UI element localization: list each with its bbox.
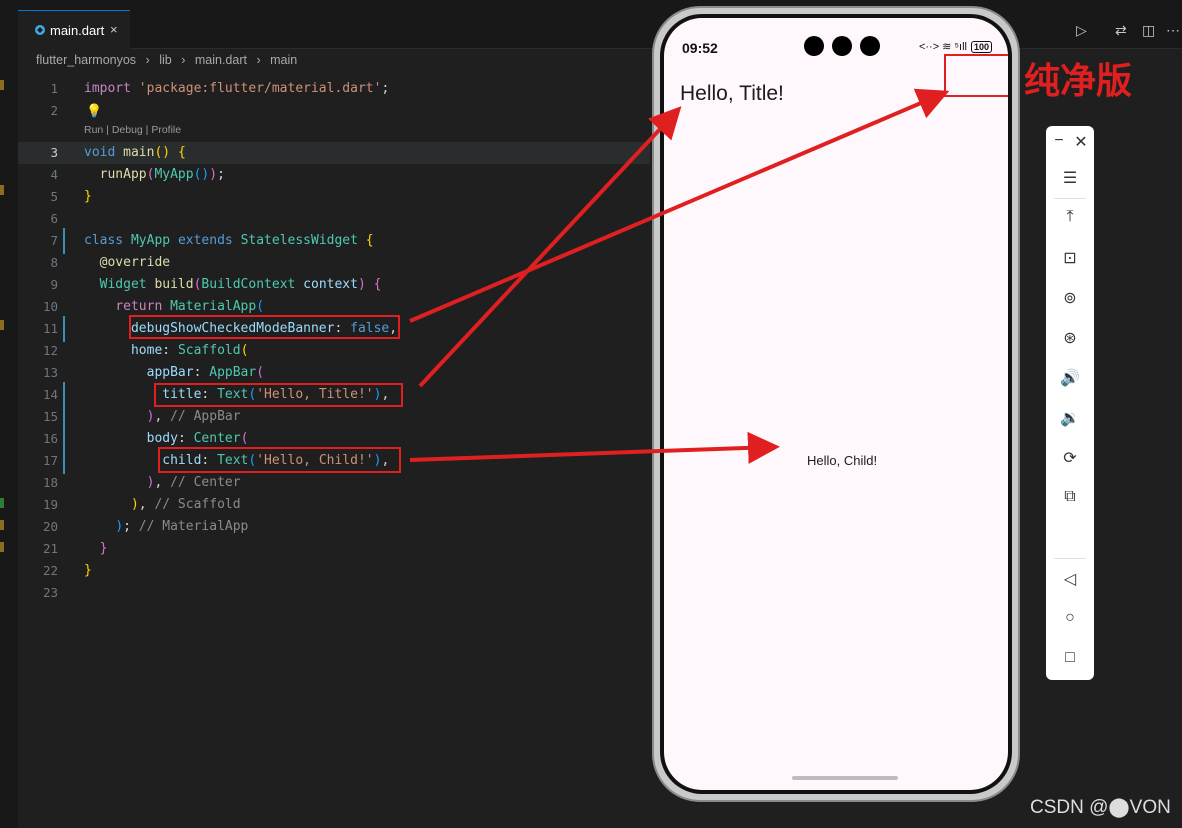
arrow-child (409, 431, 780, 464)
arrow-title (418, 106, 682, 388)
annotation-arrows (409, 88, 950, 464)
arrow-banner (409, 88, 950, 323)
